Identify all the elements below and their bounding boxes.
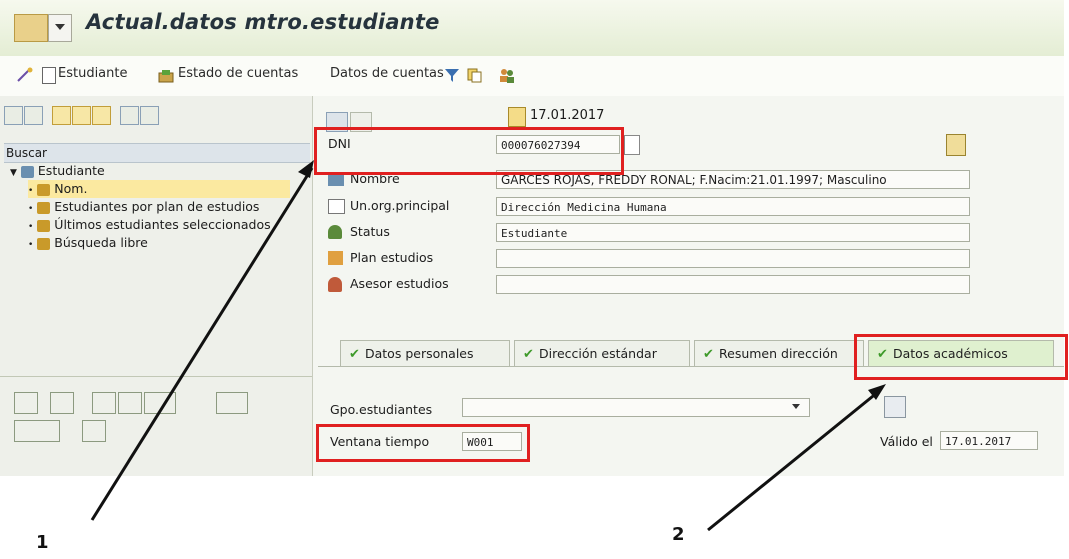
arrow-1: [90, 167, 314, 521]
annotation-label-2: 2: [672, 524, 685, 545]
annotation-arrows: [90, 160, 886, 532]
arrow-1-head: [298, 160, 314, 178]
arrow-2: [707, 390, 879, 532]
annotation-label-1: 1: [36, 532, 49, 553]
